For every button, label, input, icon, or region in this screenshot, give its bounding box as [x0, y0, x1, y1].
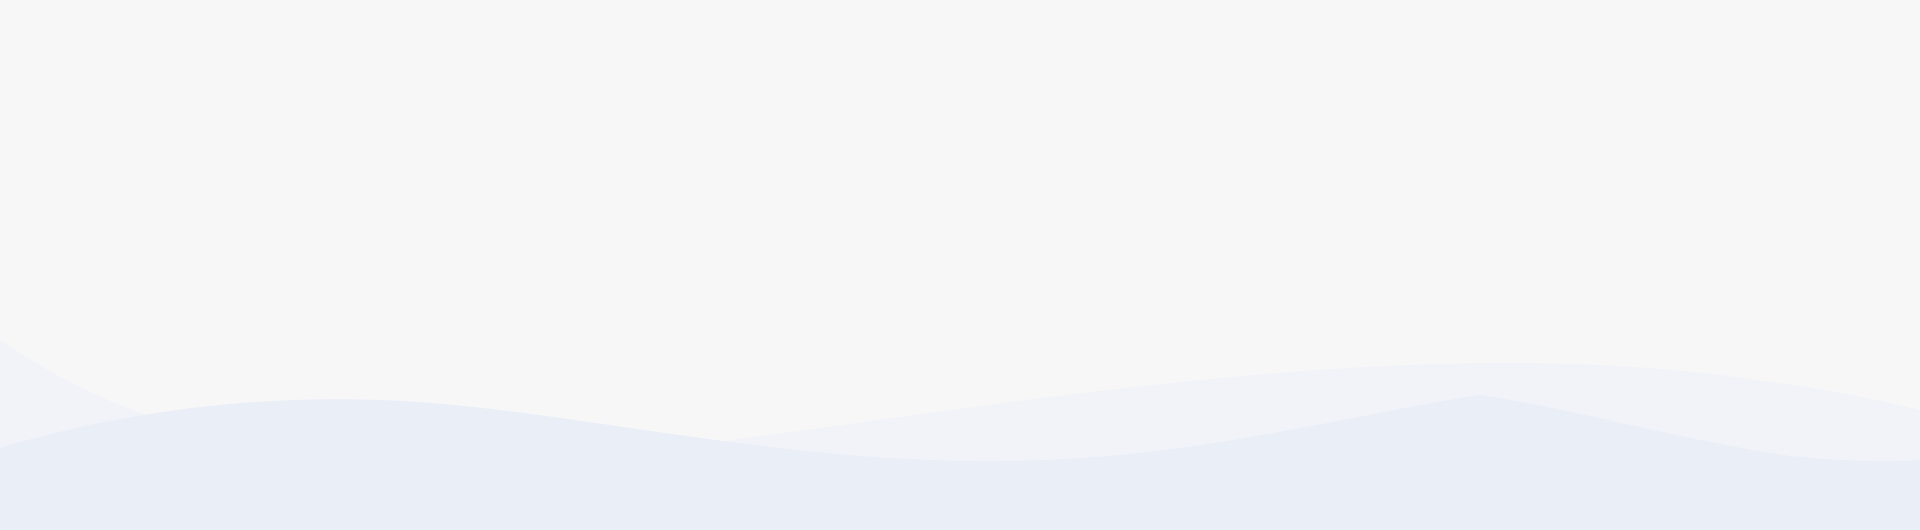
- page-background: [0, 0, 1920, 530]
- decorative-wave-background: [0, 340, 1920, 530]
